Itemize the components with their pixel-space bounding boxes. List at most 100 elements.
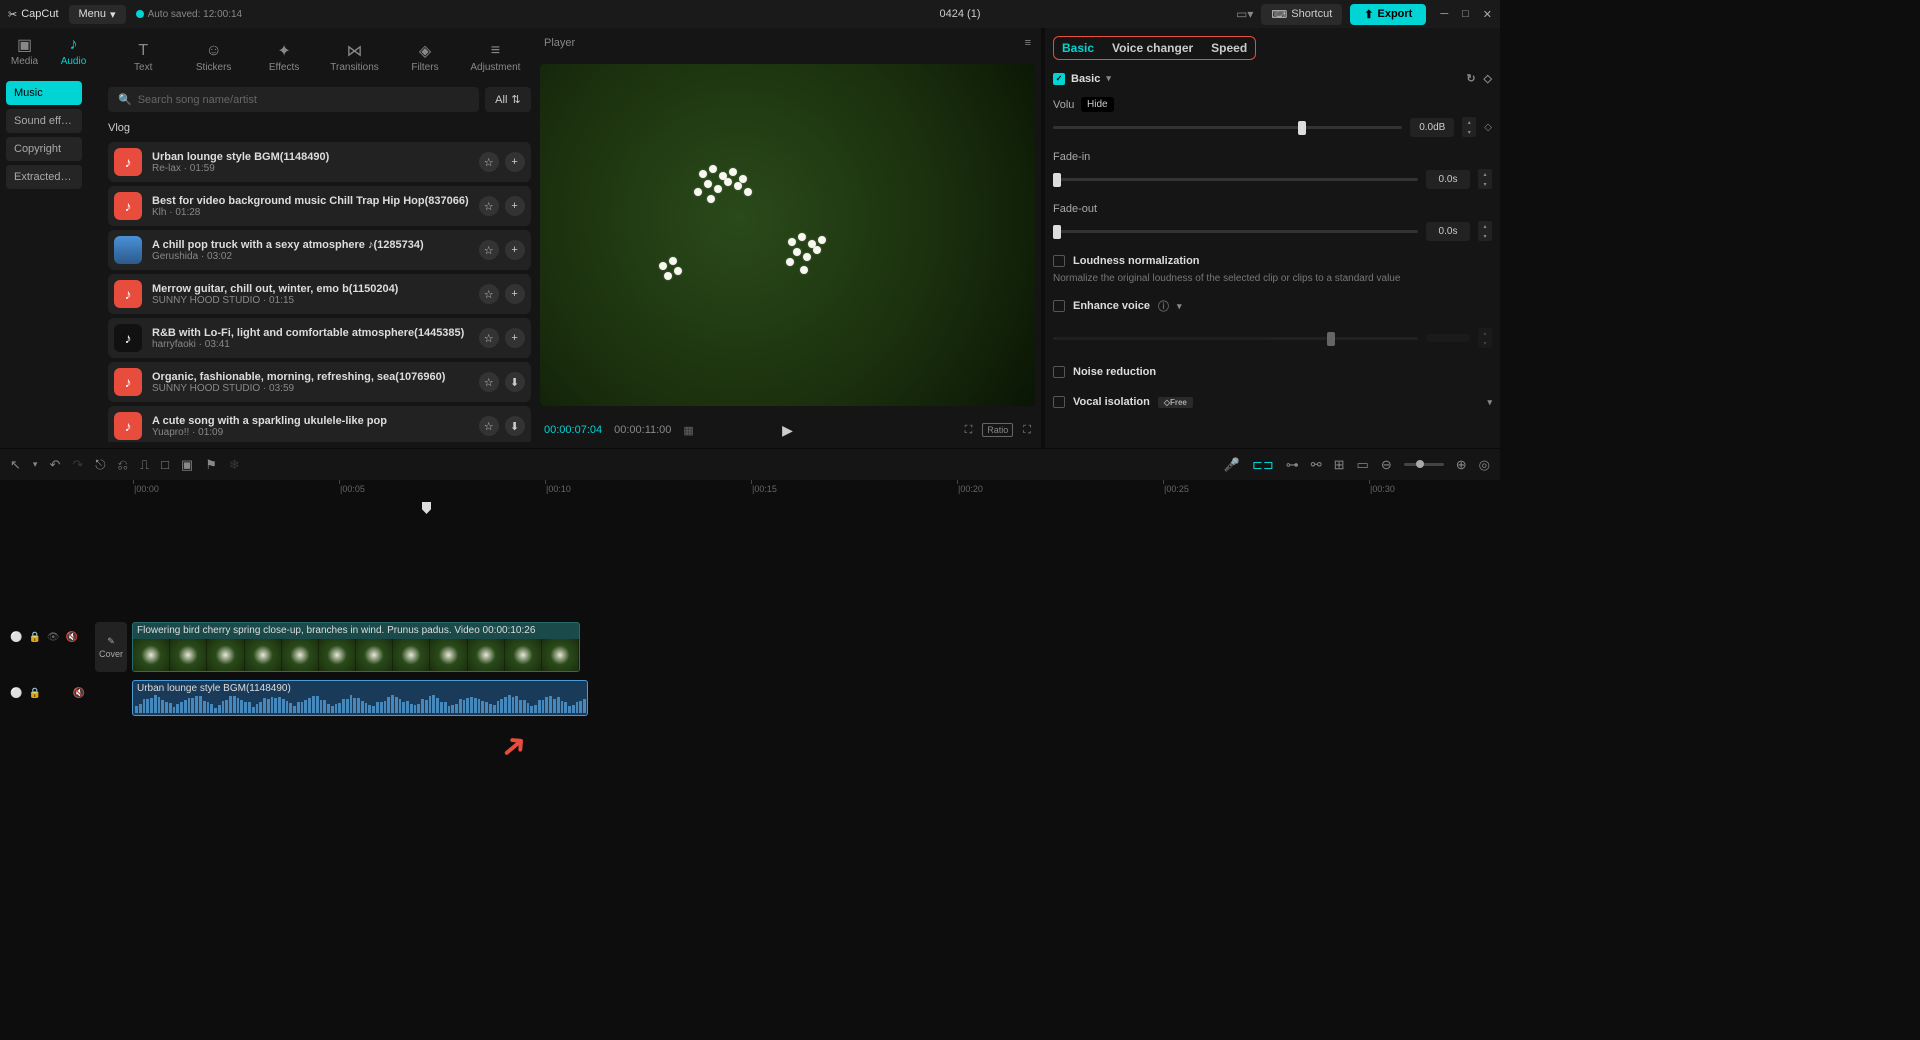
delete-icon[interactable]: □ [161, 457, 169, 472]
track-item[interactable]: ♪ Organic, fashionable, morning, refresh… [108, 362, 531, 402]
pointer-icon[interactable]: ↖ [10, 457, 21, 473]
chevron-down-icon[interactable]: ▾ [1106, 73, 1111, 84]
chevron-down-icon[interactable]: ▾ [1177, 301, 1182, 312]
nav-media[interactable]: ▣Media [0, 28, 49, 75]
info-icon[interactable]: ⓘ [1158, 298, 1169, 314]
tab-voice-changer[interactable]: Voice changer [1112, 41, 1193, 55]
play-button[interactable]: ▶ [782, 422, 793, 439]
subnav-music[interactable]: Music [6, 81, 82, 105]
favorite-button[interactable]: ☆ [479, 416, 499, 436]
add-button[interactable]: + [505, 240, 525, 260]
split-left-icon[interactable]: ⎌ [118, 457, 128, 473]
zoom-out-icon[interactable]: ⊖ [1381, 457, 1392, 473]
favorite-button[interactable]: ☆ [479, 196, 499, 216]
crop-icon[interactable]: ⛶ [965, 424, 973, 437]
layout-icon[interactable]: ▭▾ [1236, 7, 1253, 21]
favorite-button[interactable]: ☆ [479, 372, 499, 392]
fadein-stepper[interactable]: ▴▾ [1478, 169, 1492, 189]
chevron-down-icon[interactable]: ▾ [1487, 397, 1492, 408]
favorite-button[interactable]: ☆ [479, 152, 499, 172]
subnav-sound-effects[interactable]: Sound effe... [6, 109, 82, 133]
subnav-extracted[interactable]: Extracted a... [6, 165, 82, 189]
crop-icon[interactable]: ▣ [181, 457, 193, 473]
timeline[interactable]: |00:00 |00:05 |00:10 |00:15 |00:20 |00:2… [0, 480, 1500, 812]
nav-audio[interactable]: ♪Audio [49, 28, 98, 75]
video-clip[interactable]: Flowering bird cherry spring close-up, b… [132, 622, 580, 672]
track-item[interactable]: ♪ Best for video background music Chill … [108, 186, 531, 226]
lock-icon[interactable]: 🔒 [28, 632, 40, 643]
keyframe-icon[interactable]: ◇ [1484, 122, 1492, 133]
timeline-ruler[interactable]: |00:00 |00:05 |00:10 |00:15 |00:20 |00:2… [130, 480, 1500, 502]
add-button[interactable]: + [505, 152, 525, 172]
tab-speed[interactable]: Speed [1211, 41, 1247, 55]
shortcut-button[interactable]: ⌨ Shortcut [1261, 4, 1342, 25]
volume-stepper[interactable]: ▴▾ [1462, 117, 1476, 137]
track-item[interactable]: ♪ A cute song with a sparkling ukulele-l… [108, 406, 531, 442]
maximize-button[interactable]: □ [1462, 8, 1469, 21]
fadein-value[interactable]: 0.0s [1426, 170, 1470, 189]
filter-all-button[interactable]: All ⇅ [485, 87, 530, 112]
enhance-checkbox[interactable] [1053, 300, 1065, 312]
audio-clip[interactable]: Urban lounge style BGM(1148490) [132, 680, 588, 716]
favorite-button[interactable]: ☆ [479, 240, 499, 260]
zoom-in-icon[interactable]: ⊕ [1456, 457, 1467, 473]
favorite-button[interactable]: ☆ [479, 328, 499, 348]
track-item[interactable]: ♪ Merrow guitar, chill out, winter, emo … [108, 274, 531, 314]
zoom-slider[interactable] [1404, 463, 1444, 466]
chain-icon[interactable]: ⚯ [1311, 457, 1322, 473]
magnet-icon[interactable]: ⊏⊐ [1252, 457, 1274, 473]
track-item[interactable]: ♪ Urban lounge style BGM(1148490)Re-lax … [108, 142, 531, 182]
track-icon[interactable]: ▭ [1357, 457, 1369, 473]
keyframe-diamond-icon[interactable]: ◇ [1484, 72, 1492, 85]
vocal-checkbox[interactable] [1053, 396, 1065, 408]
mute-icon[interactable]: 🔇 [66, 632, 78, 643]
subnav-copyright[interactable]: Copyright [6, 137, 82, 161]
fadeout-stepper[interactable]: ▴▾ [1478, 221, 1492, 241]
add-button[interactable]: + [505, 284, 525, 304]
undo-icon[interactable]: ↶ [49, 457, 60, 473]
fullscreen-icon[interactable]: ⛶ [1023, 424, 1031, 437]
nav-stickers[interactable]: ☺Stickers [178, 34, 248, 81]
menu-button[interactable]: Menu ▾ [69, 5, 126, 24]
eye-icon[interactable]: 👁 [47, 632, 60, 643]
split-right-icon[interactable]: ⎍ [140, 457, 149, 473]
add-button[interactable]: + [505, 196, 525, 216]
fadeout-slider[interactable] [1053, 230, 1418, 233]
favorite-button[interactable]: ☆ [479, 284, 499, 304]
marker-icon[interactable]: ⚑ [205, 457, 217, 473]
nav-transitions[interactable]: ⋈Transitions [319, 34, 389, 81]
download-button[interactable]: ⬇ [505, 416, 525, 436]
nav-adjustment[interactable]: ≡Adjustment [460, 34, 530, 81]
lock-icon[interactable]: ⚪ [10, 632, 22, 643]
minimize-button[interactable]: ─ [1440, 8, 1448, 21]
fit-icon[interactable]: ◎ [1479, 457, 1490, 473]
split-icon[interactable]: ⎋ [95, 457, 105, 473]
loudness-checkbox[interactable] [1053, 255, 1065, 267]
noise-checkbox[interactable] [1053, 366, 1065, 378]
nav-effects[interactable]: ✦Effects [249, 34, 319, 81]
tab-basic[interactable]: Basic [1062, 41, 1094, 55]
mic-icon[interactable]: 🎤 [1224, 457, 1240, 473]
fadein-slider[interactable] [1053, 178, 1418, 181]
ratio-button[interactable]: Ratio [982, 423, 1013, 437]
freeze-icon[interactable]: ❄ [229, 457, 240, 473]
preview-icon[interactable]: ⊞ [1334, 457, 1345, 473]
mute-icon[interactable]: 🔇 [73, 688, 85, 699]
nav-text[interactable]: TText [108, 34, 178, 81]
chevron-down-icon[interactable]: ▾ [33, 459, 38, 470]
download-button[interactable]: ⬇ [505, 372, 525, 392]
export-button[interactable]: ⬆ Export [1350, 4, 1426, 25]
fadeout-value[interactable]: 0.0s [1426, 222, 1470, 241]
search-input[interactable]: 🔍 Search song name/artist [108, 87, 479, 112]
basic-checkbox[interactable]: ✓ [1053, 73, 1065, 85]
redo-icon[interactable]: ↷ [72, 457, 83, 473]
lock-icon[interactable]: 🔒 [28, 688, 40, 699]
menu-icon[interactable]: ≡ [1025, 37, 1031, 49]
cover-button[interactable]: ✎ Cover [95, 622, 127, 672]
add-button[interactable]: + [505, 328, 525, 348]
video-preview[interactable] [540, 64, 1035, 406]
lock-icon[interactable]: ⚪ [10, 688, 22, 699]
track-item[interactable]: ♪ R&B with Lo-Fi, light and comfortable … [108, 318, 531, 358]
volume-value[interactable]: 0.0dB [1410, 118, 1454, 137]
reset-icon[interactable]: ↻ [1466, 72, 1475, 85]
